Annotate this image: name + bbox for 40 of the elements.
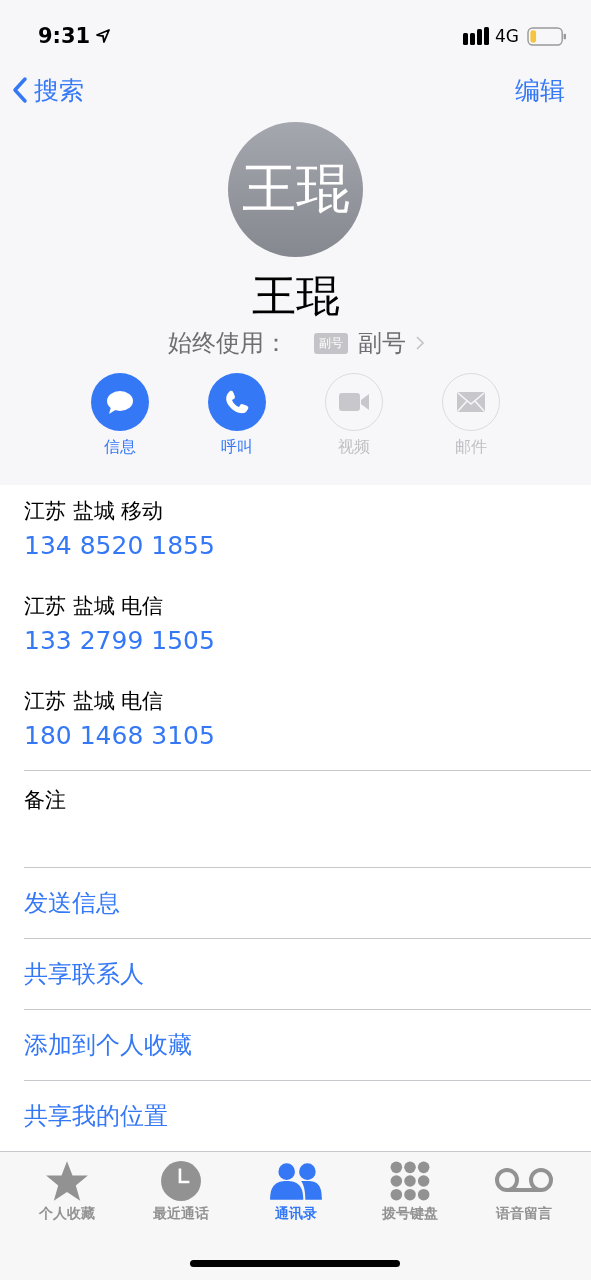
- phone-label: 江苏 盐城 移动: [24, 497, 165, 525]
- action-link[interactable]: 发送信息: [24, 886, 120, 919]
- call-action-button[interactable]: [208, 373, 266, 431]
- network-label: 4G: [495, 26, 519, 46]
- video-camera-icon: [338, 392, 370, 412]
- action-label: 呼叫: [221, 437, 253, 458]
- phone-label: 江苏 盐城 电信: [24, 687, 165, 715]
- action-label: 信息: [104, 437, 136, 458]
- phone-label: 江苏 盐城 电信: [24, 592, 165, 620]
- star-icon: [45, 1159, 90, 1202]
- edit-button[interactable]: 编辑: [515, 73, 565, 107]
- signal-icon: [463, 27, 489, 45]
- keypad-icon: [388, 1159, 431, 1202]
- message-action-button[interactable]: [91, 373, 149, 431]
- tab-item[interactable]: 最近通话: [124, 1159, 239, 1232]
- phone-number[interactable]: 133 2799 1505: [24, 625, 591, 655]
- action-link[interactable]: 共享我的位置: [24, 1099, 168, 1132]
- battery-icon: [527, 26, 567, 46]
- tab-item[interactable]: 个人收藏: [10, 1159, 125, 1232]
- avatar: 王琨: [228, 122, 363, 257]
- tab-item[interactable]: 拨号键盘: [352, 1159, 467, 1232]
- back-chevron-icon: [12, 76, 28, 104]
- speech-bubble-icon: [105, 389, 135, 415]
- line-name[interactable]: 副号: [357, 327, 406, 359]
- contact-name: 王琨: [251, 269, 340, 323]
- tab-item[interactable]: 语音留言: [466, 1159, 581, 1232]
- phone-number[interactable]: 180 1468 3105: [24, 720, 591, 750]
- location-icon: [96, 29, 111, 43]
- action-link[interactable]: 添加到个人收藏: [24, 1028, 192, 1061]
- action-link[interactable]: 共享联系人: [24, 957, 144, 990]
- notes-label: 备注: [24, 787, 66, 812]
- status-time: 9:31: [38, 24, 91, 48]
- clock-icon: [160, 1159, 203, 1202]
- envelope-icon: [456, 391, 486, 413]
- default-line-label: 始终使用：: [167, 328, 288, 359]
- phone-number[interactable]: 134 8520 1855: [24, 530, 591, 560]
- tab-item[interactable]: 通讯录: [238, 1159, 353, 1232]
- phone-icon: [224, 389, 250, 415]
- chevron-icon: [415, 336, 424, 350]
- back-button[interactable]: 搜索: [12, 73, 84, 107]
